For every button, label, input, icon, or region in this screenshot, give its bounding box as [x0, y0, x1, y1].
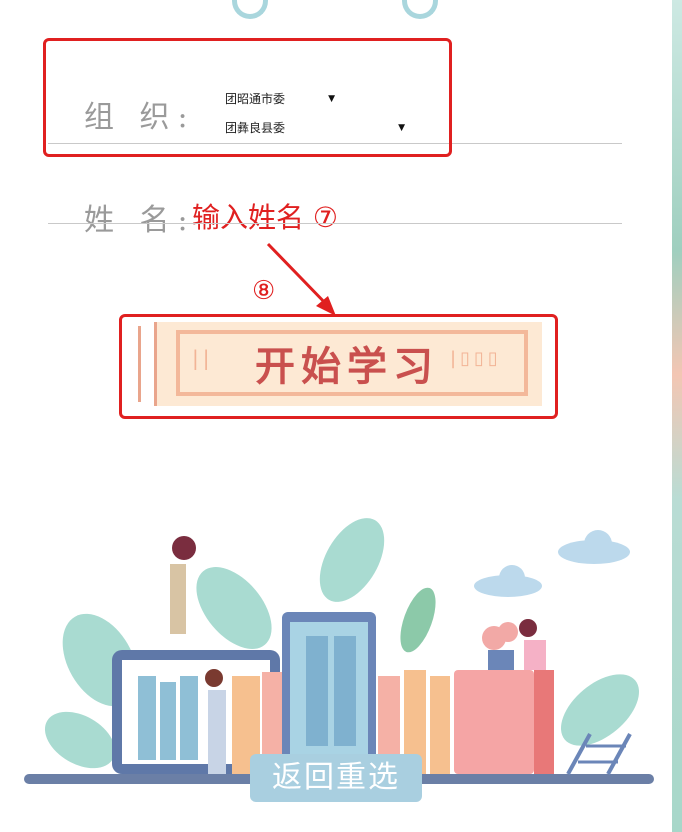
top-decoration-right: [402, 0, 438, 19]
name-input-annotation: 输入姓名 ⑦: [192, 201, 339, 234]
start-highlight-box: [119, 314, 558, 419]
org-highlight-box: [43, 38, 452, 157]
pointer-arrow-icon: [266, 242, 336, 316]
right-edge-decoration: [672, 0, 682, 832]
reselect-button[interactable]: 返回重选: [250, 754, 422, 802]
top-decoration-left: [232, 0, 268, 19]
name-label: 姓 名:: [84, 203, 196, 238]
name-underline: [48, 223, 622, 224]
